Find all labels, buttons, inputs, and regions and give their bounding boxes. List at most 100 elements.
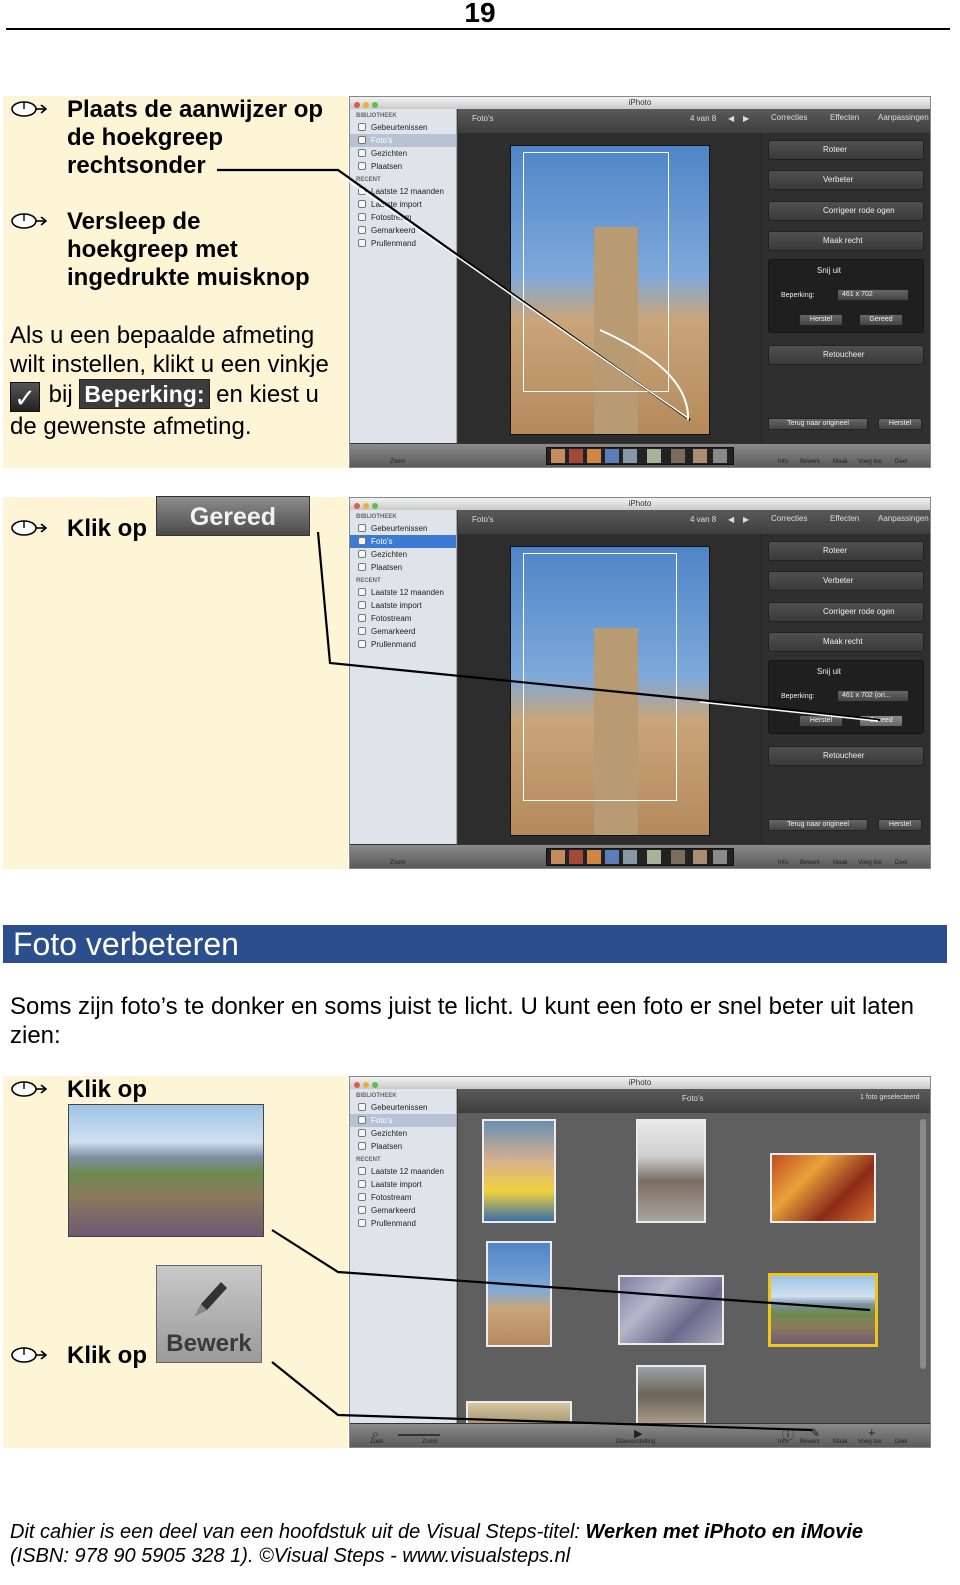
info-button-label[interactable]: Info <box>778 860 788 866</box>
photo-tile[interactable] <box>618 1275 724 1345</box>
sidebar-item-faces[interactable]: Gezichten <box>350 548 456 561</box>
restore-button[interactable]: Herstel <box>878 418 922 430</box>
places-icon <box>358 563 366 571</box>
sidebar-item-photostream[interactable]: Fotostream <box>350 612 456 625</box>
sidebar-item-places[interactable]: Plaatsen <box>350 160 456 173</box>
photo-tile[interactable] <box>636 1365 706 1425</box>
sidebar-item-last12[interactable]: Laatste 12 maanden <box>350 185 456 198</box>
prev-arrow-icon[interactable]: ◀ <box>728 515 734 524</box>
straighten-button[interactable]: Maak recht <box>768 231 924 251</box>
sidebar-item-trash[interactable]: Prullenmand <box>350 638 456 651</box>
sidebar-item-last12[interactable]: Laatste 12 maanden <box>350 1165 456 1178</box>
create-button-label[interactable]: Maak <box>833 1439 848 1445</box>
share-button-label[interactable]: Deel <box>895 459 907 465</box>
tab-corrections[interactable]: Correcties <box>771 113 807 122</box>
share-button-label[interactable]: Deel <box>895 1439 907 1445</box>
sidebar-item-events[interactable]: Gebeurtenissen <box>350 121 456 134</box>
sidebar-item-faces[interactable]: Gezichten <box>350 1127 456 1140</box>
crop-done-button[interactable]: Gereed <box>859 314 903 326</box>
sidebar-item-last-import[interactable]: Laatste import <box>350 1178 456 1191</box>
sidebar-item-last-import[interactable]: Laatste import <box>350 198 456 211</box>
tab-effects[interactable]: Effecten <box>830 514 859 523</box>
enhance-button[interactable]: Verbeter <box>768 571 924 591</box>
iphoto-window-crop-done: iPhoto BIBLIOTHEEK Gebeurtenissen Foto's… <box>349 497 931 869</box>
tab-effects[interactable]: Effecten <box>830 113 859 122</box>
revert-original-button[interactable]: Terug naar origineel <box>768 418 868 430</box>
restore-button[interactable]: Herstel <box>878 819 922 831</box>
sidebar-item-last-import[interactable]: Laatste import <box>350 599 456 612</box>
sidebar-item-flagged[interactable]: Gemarkeerd <box>350 1204 456 1217</box>
sidebar-item-events[interactable]: Gebeurtenissen <box>350 1101 456 1114</box>
info-button-label[interactable]: Info <box>778 1439 788 1445</box>
calendar-icon <box>358 187 366 195</box>
create-button-label[interactable]: Maak <box>833 860 848 866</box>
sidebar-item-photos[interactable]: Foto's <box>350 535 456 548</box>
sidebar-item-last12[interactable]: Laatste 12 maanden <box>350 586 456 599</box>
crop-frame[interactable] <box>523 553 677 801</box>
next-arrow-icon[interactable]: ▶ <box>743 515 749 524</box>
crop-label: Snij uit <box>817 667 842 676</box>
tip-line: Als u een bepaalde afmeting <box>10 322 315 349</box>
sidebar-item-flagged[interactable]: Gemarkeerd <box>350 224 456 237</box>
library-header: BIBLIOTHEEK <box>356 1093 397 1099</box>
sidebar-item-photostream[interactable]: Fotostream <box>350 211 456 224</box>
tab-corrections[interactable]: Correcties <box>771 514 807 523</box>
sidebar-item-photos[interactable]: Foto's <box>350 1114 456 1127</box>
next-arrow-icon[interactable]: ▶ <box>743 114 749 123</box>
import-icon <box>358 601 366 609</box>
add-to-button-label[interactable]: Voeg toe <box>858 860 882 866</box>
enhance-button[interactable]: Verbeter <box>768 170 924 190</box>
red-eye-button[interactable]: Corrigeer rode ogen <box>768 201 924 221</box>
header-rule <box>6 28 950 30</box>
add-to-button-label[interactable]: Voeg toe <box>858 459 882 465</box>
edit-button-label[interactable]: Bewerk <box>800 860 820 866</box>
add-to-button-label[interactable]: Voeg toe <box>858 1439 882 1445</box>
crop-done-button[interactable]: Gereed <box>859 715 903 727</box>
zoom-slider[interactable] <box>398 1434 440 1436</box>
sidebar-item-places[interactable]: Plaatsen <box>350 1140 456 1153</box>
sidebar-item-faces[interactable]: Gezichten <box>350 147 456 160</box>
constraint-label: Beperking: <box>781 292 815 299</box>
photo-tile[interactable] <box>482 1119 556 1223</box>
prev-arrow-icon[interactable]: ◀ <box>728 114 734 123</box>
sidebar-item-flagged[interactable]: Gemarkeerd <box>350 625 456 638</box>
sidebar-item-trash[interactable]: Prullenmand <box>350 1217 456 1230</box>
tab-adjustments[interactable]: Aanpassingen <box>878 113 929 122</box>
crop-reset-button[interactable]: Herstel <box>799 715 843 727</box>
constraint-select[interactable]: 461 x 702 (ori... <box>837 690 909 702</box>
revert-original-button[interactable]: Terug naar origineel <box>768 819 868 831</box>
selected-photo-tile[interactable] <box>768 1273 878 1347</box>
photo-counter: 4 van 8 <box>690 114 717 123</box>
red-eye-button[interactable]: Corrigeer rode ogen <box>768 602 924 622</box>
crop-reset-button[interactable]: Herstel <box>799 314 843 326</box>
create-button-label[interactable]: Maak <box>833 459 848 465</box>
info-button-label[interactable]: Info <box>778 459 788 465</box>
thumbnail-strip[interactable] <box>546 447 734 465</box>
pencil-icon[interactable]: ✎ <box>810 1426 820 1440</box>
share-button-label[interactable]: Deel <box>895 860 907 866</box>
instruction-panel-2 <box>3 497 348 869</box>
plus-icon[interactable]: + <box>868 1425 876 1440</box>
photo-tile[interactable] <box>486 1241 552 1347</box>
footer-book-title: Werken met iPhoto en iMovie <box>585 1521 863 1543</box>
crop-frame[interactable] <box>523 152 669 392</box>
thumbnail-strip[interactable] <box>546 848 734 866</box>
sidebar-item-events[interactable]: Gebeurtenissen <box>350 522 456 535</box>
sidebar-item-photos[interactable]: Foto's <box>350 134 456 147</box>
rotate-button[interactable]: Roteer <box>768 541 924 561</box>
recent-header: RECENT <box>356 578 381 584</box>
edit-button-label[interactable]: Bewerk <box>800 1439 820 1445</box>
retouch-button[interactable]: Retoucheer <box>768 345 924 365</box>
photo-tile[interactable] <box>636 1119 706 1223</box>
photo-tile[interactable] <box>770 1153 876 1223</box>
sidebar-item-trash[interactable]: Prullenmand <box>350 237 456 250</box>
constraint-select[interactable]: 461 x 702 <box>837 289 909 301</box>
rotate-button[interactable]: Roteer <box>768 140 924 160</box>
sidebar-item-places[interactable]: Plaatsen <box>350 561 456 574</box>
tab-adjustments[interactable]: Aanpassingen <box>878 514 929 523</box>
straighten-button[interactable]: Maak recht <box>768 632 924 652</box>
sidebar-item-photostream[interactable]: Fotostream <box>350 1191 456 1204</box>
scrollbar[interactable] <box>920 1119 926 1369</box>
edit-button-label[interactable]: Bewerk <box>800 459 820 465</box>
retouch-button[interactable]: Retoucheer <box>768 746 924 766</box>
